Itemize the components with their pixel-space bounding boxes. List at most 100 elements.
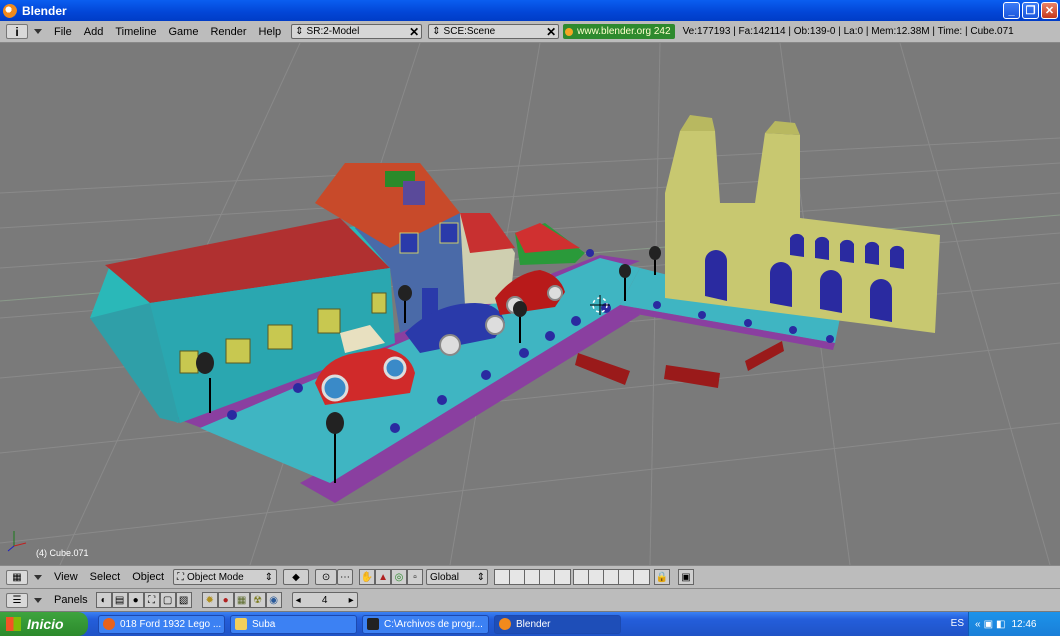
info-header: i File Add Timeline Game Render Help ⇕ S… <box>0 21 1060 43</box>
pivot-option[interactable]: ⋯ <box>337 569 354 585</box>
scene-stats: Ve:177193 | Fa:142114 | Ob:139-0 | La:0 … <box>682 26 1014 37</box>
tray-arrow-icon[interactable]: « <box>975 619 981 630</box>
windows-taskbar: Inicio 018 Ford 1932 Lego ... Suba C:\Ar… <box>0 612 1060 636</box>
collapse-header-icon[interactable] <box>34 574 42 580</box>
volume-icon[interactable]: ◧ <box>996 619 1005 630</box>
layer-buttons-left[interactable] <box>494 569 572 585</box>
dropdown-arrows-icon: ⇕ <box>264 571 274 583</box>
delete-scene-icon[interactable]: ✕ <box>546 25 556 39</box>
scene-icon[interactable]: ▧ <box>175 592 192 608</box>
pivot-icon: ⊙ <box>321 571 331 583</box>
info-icon: i <box>15 24 19 39</box>
orientation-label: Global <box>430 571 459 583</box>
lamp-icon[interactable]: ✹ <box>201 592 218 608</box>
lock-icon[interactable]: 🔒 <box>654 569 671 585</box>
layer-buttons-right[interactable] <box>573 569 651 585</box>
blender-url-link[interactable]: www.blender.org 242 <box>563 24 675 39</box>
collapse-header-icon[interactable] <box>34 597 42 603</box>
firefox-icon <box>103 618 115 630</box>
buttons-window-icon: ☰ <box>12 594 22 606</box>
logic-icon[interactable]: ◐ <box>95 592 112 608</box>
screen-selector[interactable]: ⇕ SR:2-Model ✕ <box>291 24 423 39</box>
maximize-button[interactable]: ❐ <box>1022 2 1039 19</box>
taskbar-item-label: Blender <box>516 618 551 630</box>
scale-manipulator-icon[interactable]: ▫ <box>407 569 424 585</box>
menu-view[interactable]: View <box>54 571 78 583</box>
language-indicator[interactable]: ES <box>951 618 964 629</box>
system-tray: « ▣ ◧ 12:46 <box>968 612 1060 636</box>
mode-label: Object Mode <box>187 571 244 583</box>
render-preview-icon[interactable]: ▣ <box>678 569 695 585</box>
3d-view-header: ▦ View Select Object ⛶ Object Mode ⇕ ◆ ⊙… <box>0 565 1060 588</box>
screen-name: SR:2-Model <box>306 26 360 37</box>
object-mode-icon: ⛶ <box>177 571 185 583</box>
taskbar-item-label: 018 Ford 1932 Lego ... <box>120 618 222 630</box>
shading-icon[interactable]: ● <box>127 592 144 608</box>
frame-number-field[interactable]: ◂ 4 ▸ <box>291 592 358 608</box>
manipulator-toggle-hand-icon[interactable]: ✋ <box>359 569 376 585</box>
editor-type-selector[interactable]: ☰ <box>6 592 28 608</box>
taskbar-item-folder[interactable]: Suba <box>230 614 357 634</box>
solid-shading-icon: ◆ <box>292 571 300 583</box>
pivot-selector[interactable]: ⊙ <box>315 569 338 585</box>
active-object-label: (4) Cube.071 <box>36 548 89 558</box>
clock[interactable]: 12:46 <box>1011 619 1036 630</box>
rotate-manipulator-icon[interactable]: ◎ <box>391 569 408 585</box>
taskbar-item-blender[interactable]: Blender <box>494 614 621 634</box>
window-type-icon[interactable]: i <box>6 24 28 39</box>
menu-render[interactable]: Render <box>210 26 246 38</box>
increment-icon[interactable]: ▸ <box>349 595 354 606</box>
3d-viewport[interactable]: (4) Cube.071 <box>0 43 1060 565</box>
menu-file[interactable]: File <box>54 26 72 38</box>
windows-logo-icon <box>6 617 21 631</box>
translate-manipulator-icon[interactable]: ▲ <box>375 569 392 585</box>
taskbar-item-label: C:\Archivos de progr... <box>384 618 483 630</box>
start-label: Inicio <box>27 616 64 632</box>
draw-type-selector[interactable]: ◆ <box>283 569 310 585</box>
console-icon <box>367 618 379 630</box>
taskbar-item-firefox[interactable]: 018 Ford 1932 Lego ... <box>98 614 225 634</box>
collapse-header-icon[interactable] <box>34 29 42 34</box>
blender-logo-icon <box>565 27 574 36</box>
scene-render <box>0 43 1060 565</box>
folder-icon <box>235 618 247 630</box>
cathedral <box>665 131 940 333</box>
mode-selector[interactable]: ⛶ Object Mode ⇕ <box>173 569 278 585</box>
orientation-selector[interactable]: Global ⇕ <box>426 569 489 585</box>
object-icon[interactable]: ⛶ <box>143 592 160 608</box>
scene-selector[interactable]: ⇕ SCE:Scene ✕ <box>428 24 560 39</box>
url-text: www.blender.org 242 <box>577 26 671 37</box>
menu-select[interactable]: Select <box>90 571 121 583</box>
menu-object[interactable]: Object <box>132 571 164 583</box>
network-icon[interactable]: ▣ <box>984 619 993 630</box>
dropdown-arrows-icon: ⇕ <box>432 26 441 37</box>
close-button[interactable]: ✕ <box>1041 2 1058 19</box>
menu-help[interactable]: Help <box>259 26 282 38</box>
taskbar-item-console[interactable]: C:\Archivos de progr... <box>362 614 489 634</box>
menu-game[interactable]: Game <box>168 26 198 38</box>
buttons-window-header: ☰ Panels ◐ ▤ ● ⛶ ▢ ▧ ✹ ● ▦ ☢ ◉ ◂ 4 ▸ <box>0 588 1060 611</box>
scene-name: SCE:Scene <box>443 26 496 37</box>
subcontext-buttons: ✹ ● ▦ ☢ ◉ <box>201 592 282 608</box>
window-titlebar: Blender _ ❐ ✕ <box>0 0 1060 21</box>
context-buttons: ◐ ▤ ● ⛶ ▢ ▧ <box>95 592 192 608</box>
dots-icon: ⋯ <box>340 571 351 583</box>
radiosity-icon[interactable]: ☢ <box>249 592 266 608</box>
script-icon[interactable]: ▤ <box>111 592 128 608</box>
minimize-button[interactable]: _ <box>1003 2 1020 19</box>
manipulator-buttons: ✋ ▲ ◎ ▫ <box>359 569 424 585</box>
window-title: Blender <box>22 3 67 18</box>
material-icon[interactable]: ● <box>217 592 234 608</box>
start-button[interactable]: Inicio <box>0 612 88 636</box>
texture-icon[interactable]: ▦ <box>233 592 250 608</box>
dropdown-arrows-icon: ⇕ <box>476 571 486 583</box>
panels-label[interactable]: Panels <box>54 594 88 606</box>
world-icon[interactable]: ◉ <box>265 592 282 608</box>
menu-timeline[interactable]: Timeline <box>115 26 156 38</box>
grid-icon: ▦ <box>12 571 22 583</box>
editor-type-selector[interactable]: ▦ <box>6 569 28 585</box>
delete-screen-icon[interactable]: ✕ <box>409 25 419 39</box>
decrement-icon[interactable]: ◂ <box>296 595 301 606</box>
editing-icon[interactable]: ▢ <box>159 592 176 608</box>
menu-add[interactable]: Add <box>84 26 104 38</box>
